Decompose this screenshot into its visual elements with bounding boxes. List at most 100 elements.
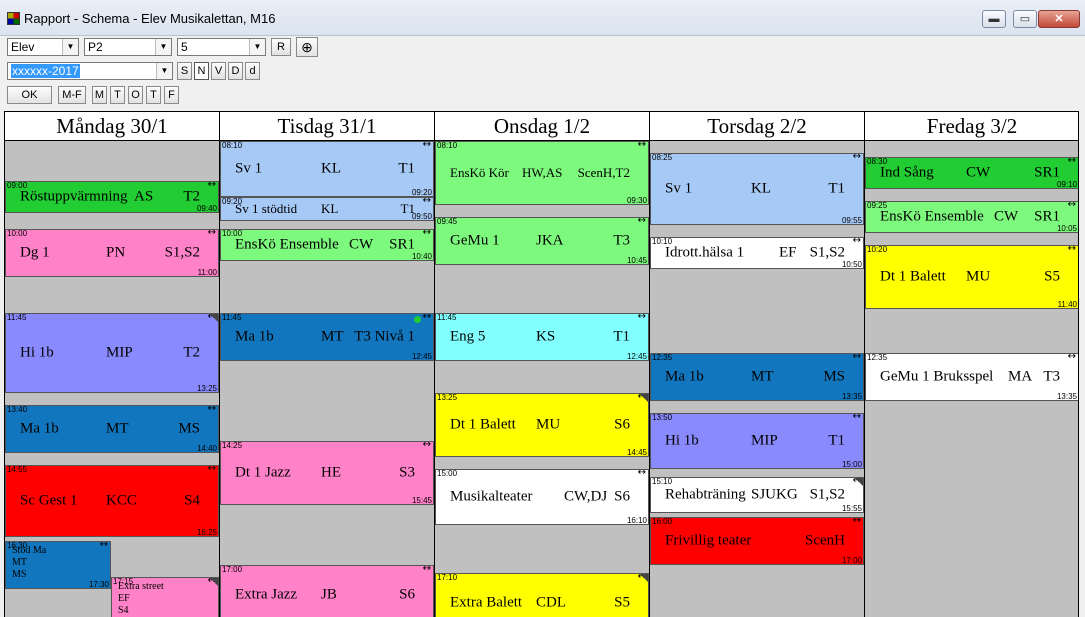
view-button-4[interactable]: d [245, 62, 260, 80]
resize-arrows-icon[interactable]: ↔ [423, 142, 431, 150]
lesson-block[interactable]: 09:25 10:05 EnsKö Ensemble CW SR1 ↔ [865, 201, 1078, 233]
lesson-block[interactable]: 10:20 11:40 Dt 1 Balett MU S5 ↔ [865, 245, 1078, 309]
resize-arrows-icon[interactable]: ↔ [208, 230, 216, 238]
start-time: 14:25 [222, 441, 243, 450]
lesson-block[interactable]: 08:10 09:30 EnsKö Kör HW,AS ScenH,T2 ↔ [435, 141, 649, 205]
app-icon [7, 12, 20, 25]
resize-arrows-icon[interactable]: ↔ [423, 230, 431, 238]
period-select[interactable]: P2 ▼ [84, 38, 172, 56]
lesson-teacher: CW,DJ [564, 488, 608, 505]
lesson-block[interactable]: 12:35 13:35 GeMu 1 Bruksspel MA T3 ↔ [865, 353, 1078, 401]
target-icon[interactable]: ⊕ [296, 37, 318, 57]
resize-arrows-icon[interactable]: ↔ [1068, 354, 1076, 362]
day-button-2[interactable]: O [128, 86, 143, 104]
lesson-block[interactable]: 11:45 12:45 Ma 1b MT T3 Nivå 1 ↔ [220, 313, 434, 361]
end-time: 13:35 [1056, 392, 1077, 401]
lesson-block[interactable]: 10:00 11:00 Dg 1 PN S1,S2 ↔ [5, 229, 219, 277]
close-button[interactable]: ✕ [1038, 10, 1080, 28]
lesson-block[interactable]: 11:45 13:25 Hi 1b MIP T2 ↔ [5, 313, 219, 393]
lesson-block[interactable]: 16:00 17:00 Frivillig teater ScenH ↔ [650, 517, 864, 565]
lesson-block[interactable]: 08:25 09:55 Sv 1 KL T1 ↔ [650, 153, 864, 225]
resize-arrows-icon[interactable]: ↔ [853, 154, 861, 162]
lesson-room: T1 [398, 160, 415, 177]
resize-arrows-icon[interactable]: ↔ [853, 414, 861, 422]
type-select[interactable]: Elev ▼ [7, 38, 79, 56]
view-button-1[interactable]: N [194, 62, 209, 80]
view-button-3[interactable]: D [228, 62, 243, 80]
view-button-2[interactable]: V [211, 62, 226, 80]
lesson-block[interactable]: 10:00 10:40 EnsKö Ensemble CW SR1 ↔ [220, 229, 434, 261]
lesson-block[interactable]: 08:10 09:20 Sv 1 KL T1 ↔ [220, 141, 434, 197]
lesson-block[interactable]: 09:20 09:50 Sv 1 stödtid KL T1 ↔ [220, 197, 434, 221]
day-button-3[interactable]: T [146, 86, 161, 104]
lesson-block[interactable]: 14:55 16:25 Sc Gest 1 KCC S4 ↔ [5, 465, 219, 537]
lesson-block[interactable]: 10:10 10:50 Idrott.hälsa 1 EF S1,S2 ↔ [650, 237, 864, 269]
resize-arrows-icon[interactable]: ↔ [853, 238, 861, 246]
lesson-teacher: MIP [751, 432, 778, 449]
lesson-block[interactable]: 14:25 15:45 Dt 1 Jazz HE S3 ↔ [220, 441, 434, 505]
lesson-block[interactable]: 17:1518:15Extra streetEFS4↔ [111, 577, 219, 617]
end-time: 17:00 [841, 556, 862, 565]
student-select[interactable]: xxxxxx-2017 ▼ [7, 62, 173, 80]
lesson-block[interactable]: 15:00 16:10 Musikalteater CW,DJ S6 ↔ [435, 469, 649, 525]
start-time: 13:40 [7, 405, 28, 414]
resize-arrows-icon[interactable]: ↔ [208, 466, 216, 474]
view-button-0[interactable]: S [177, 62, 192, 80]
end-time: 17:30 [88, 580, 109, 589]
start-time: 11:45 [7, 313, 27, 322]
lesson-subject: Frivillig teater [665, 532, 752, 549]
lesson-room: T2 [183, 344, 200, 361]
resize-arrows-icon[interactable]: ↔ [208, 406, 216, 414]
resize-arrows-icon[interactable]: ↔ [638, 470, 646, 478]
resize-arrows-icon[interactable]: ↔ [423, 314, 431, 322]
window-title: Rapport - Schema - Elev Musikalettan, M1… [24, 11, 276, 26]
lesson-room: T1 [828, 432, 845, 449]
r-button[interactable]: R [271, 38, 291, 56]
day-button-0[interactable]: M [92, 86, 107, 104]
start-time: 15:10 [652, 477, 673, 486]
lesson-block[interactable]: 09:45 10:45 GeMu 1 JKA T3 ↔ [435, 217, 649, 265]
ok-button[interactable]: OK [7, 86, 52, 104]
lesson-block[interactable]: 17:0018:15Extra JazzJBS6↔ [220, 565, 434, 617]
lesson-teacher: MT [751, 368, 774, 385]
resize-arrows-icon[interactable]: ↔ [208, 182, 216, 190]
resize-arrows-icon[interactable]: ↔ [853, 518, 861, 526]
day-button-1[interactable]: T [110, 86, 125, 104]
lesson-teacher: KL [321, 160, 341, 177]
range-button[interactable]: M-F [58, 86, 86, 104]
lesson-teacher: KL [321, 201, 339, 216]
resize-arrows-icon[interactable]: ↔ [1068, 246, 1076, 254]
resize-arrows-icon[interactable]: ↔ [638, 218, 646, 226]
lesson-block[interactable]: 13:25 14:45 Dt 1 Balett MU S6 ↔ [435, 393, 649, 457]
minimize-button[interactable]: ▬ [982, 10, 1006, 28]
lesson-block[interactable]: 11:45 12:45 Eng 5 KS T1 ↔ [435, 313, 649, 361]
resize-arrows-icon[interactable]: ↔ [1068, 202, 1076, 210]
lesson-block[interactable]: 15:10 15:55 Rehabträning SJUKG S1,S2 ↔ [650, 477, 864, 513]
lesson-teacher: MA [1008, 368, 1033, 385]
day-button-4[interactable]: F [164, 86, 179, 104]
lesson-block[interactable]: 09:00 09:40 Röstuppvärmning AS T2 ↔ [5, 181, 219, 213]
end-time: 12:45 [411, 352, 432, 361]
resize-arrows-icon[interactable]: ↔ [423, 442, 431, 450]
lesson-teacher: MU [966, 268, 991, 285]
lesson-teacher: MIP [106, 344, 133, 361]
day-column: Onsdag 1/2 08:10 09:30 EnsKö Kör HW,AS ScenH,… [435, 112, 650, 617]
resize-arrows-icon[interactable]: ↔ [423, 198, 431, 206]
resize-arrows-icon[interactable]: ↔ [638, 142, 646, 150]
resize-arrows-icon[interactable]: ↔ [423, 566, 431, 574]
lesson-block[interactable]: 13:50 15:00 Hi 1b MIP T1 ↔ [650, 413, 864, 469]
resize-arrows-icon[interactable]: ↔ [100, 542, 108, 550]
lesson-block[interactable]: 12:35 13:35 Ma 1b MT MS ↔ [650, 353, 864, 401]
resize-arrows-icon[interactable]: ↔ [1068, 158, 1076, 166]
lesson-subject: Stöd Ma [12, 545, 47, 556]
maximize-button[interactable]: ▭ [1013, 10, 1037, 28]
lesson-block[interactable]: 13:40 14:40 Ma 1b MT MS ↔ [5, 405, 219, 453]
resize-arrows-icon[interactable]: ↔ [853, 354, 861, 362]
lesson-teacher: KL [751, 180, 771, 197]
week-select[interactable]: 5 ▼ [177, 38, 266, 56]
resize-arrows-icon[interactable]: ↔ [638, 314, 646, 322]
lesson-block[interactable]: 08:30 09:10 Ind Sång CW SR1 ↔ [865, 157, 1078, 189]
lesson-block[interactable]: 17:1018:25Extra BalettCDLS5↔ [435, 573, 649, 617]
lesson-teacher: EF [779, 244, 797, 261]
lesson-block[interactable]: 16:30 17:30 Stöd Ma MT MS ↔ [5, 541, 111, 589]
